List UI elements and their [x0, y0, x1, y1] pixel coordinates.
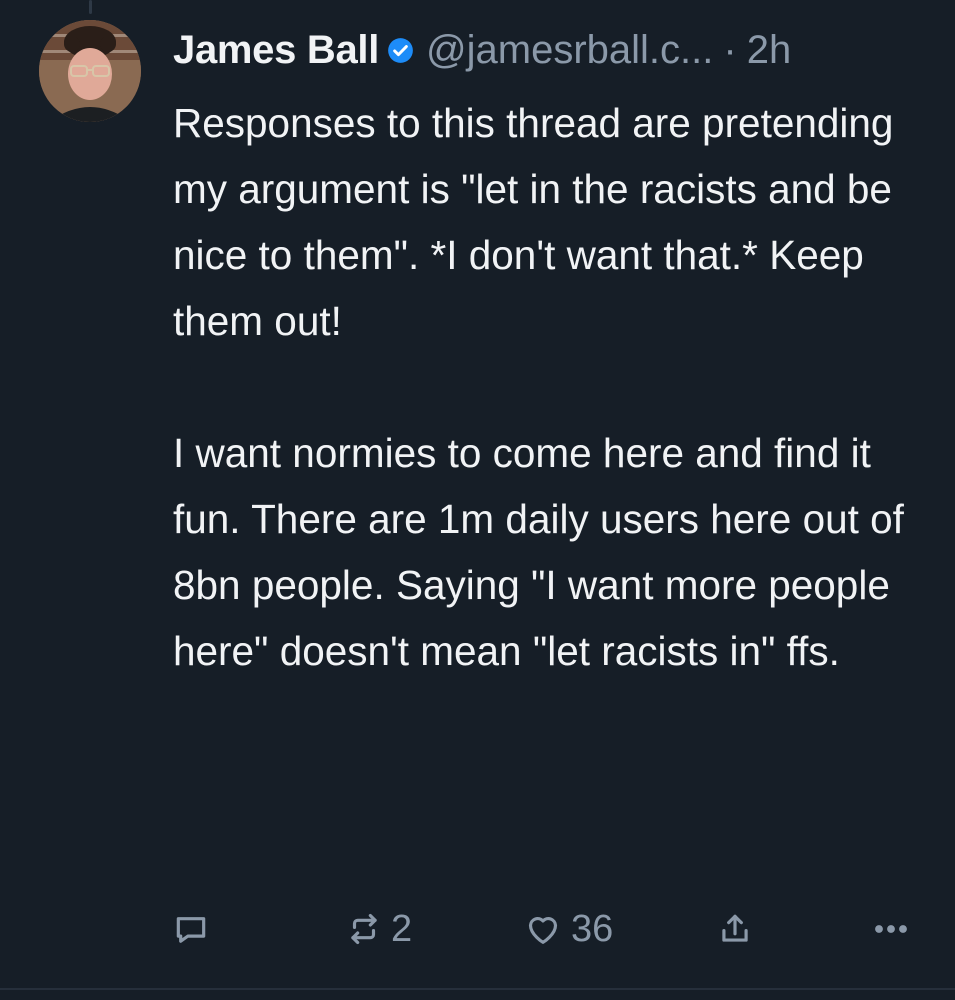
share-button[interactable] [716, 904, 754, 954]
post-paragraph: I want normies to come here and find it … [173, 430, 904, 674]
post-timestamp[interactable]: 2h [747, 28, 792, 73]
speech-bubble-icon [172, 910, 210, 948]
heart-icon [523, 909, 563, 949]
reply-button[interactable] [172, 904, 210, 954]
author-display-name[interactable]: James Ball [173, 28, 379, 73]
avatar[interactable] [39, 20, 141, 122]
post-divider [0, 988, 955, 990]
like-count: 36 [571, 907, 614, 950]
thread-connector-line [89, 0, 92, 14]
post-paragraph: Responses to this thread are pretending … [173, 100, 894, 344]
post[interactable]: James Ball @jamesrball.c... · 2h Respons… [173, 22, 943, 684]
repost-arrows-icon [345, 910, 383, 948]
author-handle[interactable]: @jamesrball.c... [426, 28, 713, 73]
avatar-photo [39, 20, 141, 122]
more-options-button[interactable] [870, 904, 912, 954]
post-body: Responses to this thread are pretending … [173, 90, 943, 684]
repost-count: 2 [391, 907, 413, 950]
ellipsis-icon [870, 910, 912, 948]
post-header: James Ball @jamesrball.c... · 2h [173, 22, 943, 78]
repost-button[interactable]: 2 [345, 904, 412, 954]
like-button[interactable]: 36 [523, 904, 613, 954]
share-upload-icon [716, 910, 754, 948]
verified-badge-icon [387, 37, 414, 64]
header-separator: · [723, 27, 737, 72]
